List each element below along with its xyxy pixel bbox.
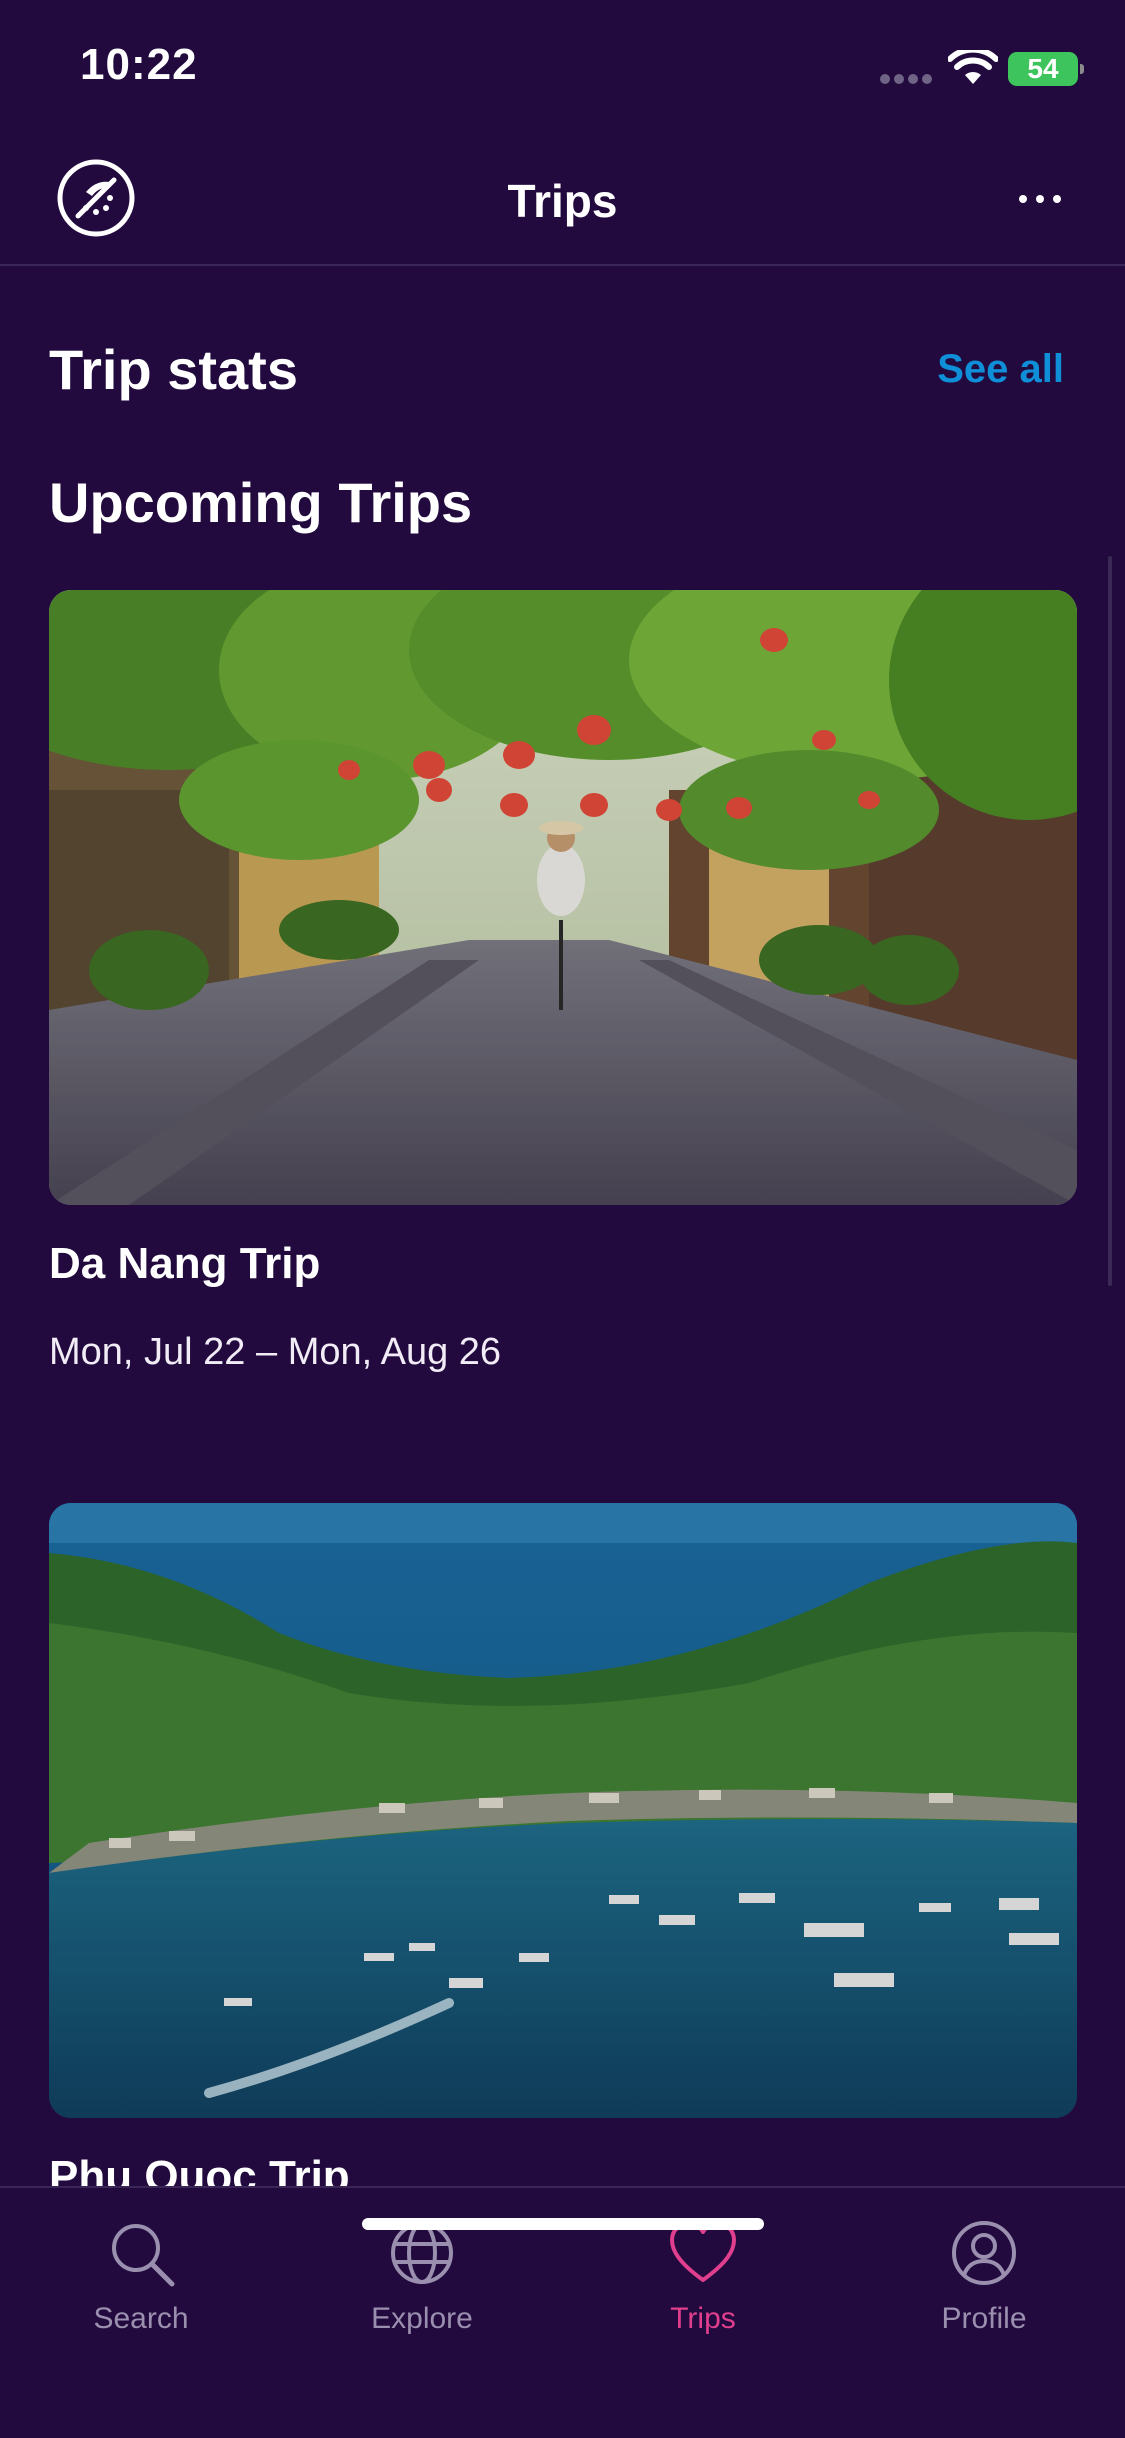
trip-card-da-nang[interactable]: Da Nang Trip Mon, Jul 22 – Mon, Aug 26 <box>49 590 1077 1374</box>
wifi-icon <box>948 50 998 84</box>
bay-aerial-photo[interactable] <box>49 1503 1077 2118</box>
battery-icon: 54 <box>1008 52 1084 86</box>
trip-stats-heading: Trip stats <box>49 338 298 401</box>
tab-explore[interactable]: Explore <box>322 2218 522 2358</box>
user-icon <box>952 2221 1016 2285</box>
signal-icon <box>880 74 932 84</box>
status-bar: 10:22 54 <box>0 0 1125 132</box>
page-title: Trips <box>507 175 618 227</box>
status-time: 10:22 <box>80 40 198 89</box>
tab-search[interactable]: Search <box>41 2218 241 2358</box>
more-dots-icon[interactable] <box>1010 174 1070 224</box>
tab-trips[interactable]: Trips <box>603 2218 803 2358</box>
lantern-street-photo[interactable] <box>49 590 1077 1205</box>
tab-label: Profile <box>941 2302 1027 2335</box>
scrollbar[interactable] <box>1108 556 1112 1286</box>
tab-label: Search <box>93 2302 189 2335</box>
trip-name: Da Nang Trip <box>49 1239 321 1288</box>
home-indicator[interactable] <box>362 2218 764 2230</box>
see-all-link[interactable]: See all <box>937 347 1064 392</box>
tab-label: Trips <box>670 2302 736 2335</box>
trip-card-phu-quoc[interactable]: Phu Quoc Trip <box>49 1503 1077 2202</box>
battery-level: 54 <box>1027 53 1059 84</box>
tab-label: Explore <box>371 2302 473 2335</box>
search-icon <box>112 2224 175 2287</box>
nav-bar: Trips <box>0 132 1125 266</box>
trip-dates: Mon, Jul 22 – Mon, Aug 26 <box>49 1331 502 1373</box>
upcoming-trips-heading: Upcoming Trips <box>49 471 473 534</box>
tab-profile[interactable]: Profile <box>884 2218 1084 2358</box>
